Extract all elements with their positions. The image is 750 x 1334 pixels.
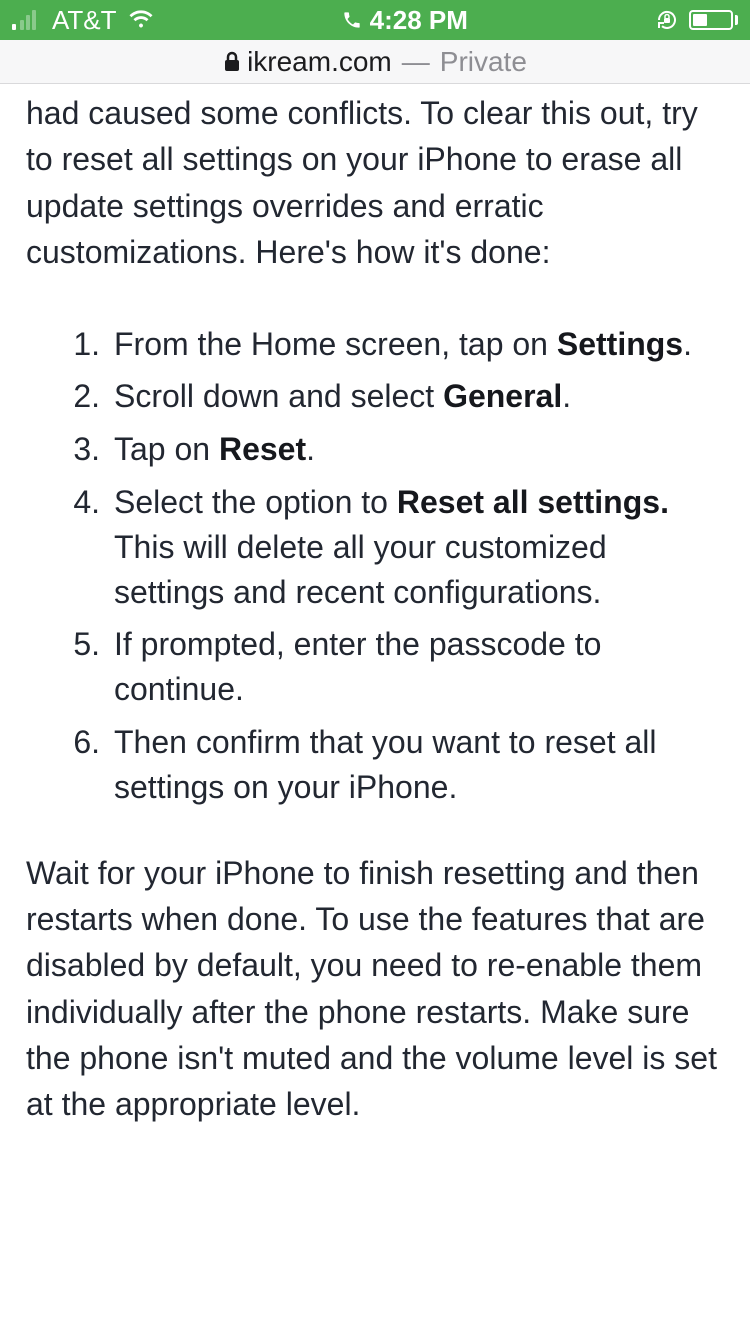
carrier-label: AT&T: [52, 5, 117, 36]
list-item: 4. Select the option to Reset all settin…: [60, 480, 724, 614]
step-text: Scroll down and select General.: [114, 374, 724, 419]
steps-list: 1. From the Home screen, tap on Settings…: [26, 322, 724, 810]
step-number: 5.: [60, 622, 114, 712]
clock-time: 4:28 PM: [370, 5, 468, 36]
phone-icon: [342, 10, 362, 30]
step-number: 4.: [60, 480, 114, 614]
list-item: 3. Tap on Reset.: [60, 427, 724, 472]
step-text: From the Home screen, tap on Settings.: [114, 322, 724, 367]
step-number: 6.: [60, 720, 114, 810]
list-item: 5. If prompted, enter the passcode to co…: [60, 622, 724, 712]
wifi-icon: [127, 10, 155, 30]
url-separator: —: [402, 46, 430, 78]
step-number: 2.: [60, 374, 114, 419]
intro-paragraph: had caused some conflicts. To clear this…: [26, 90, 724, 276]
list-item: 2. Scroll down and select General.: [60, 374, 724, 419]
step-text: Tap on Reset.: [114, 427, 724, 472]
step-text: If prompted, enter the passcode to conti…: [114, 622, 724, 712]
list-item: 1. From the Home screen, tap on Settings…: [60, 322, 724, 367]
battery-icon: [689, 10, 738, 30]
step-text: Select the option to Reset all settings.…: [114, 480, 724, 614]
list-item: 6. Then confirm that you want to reset a…: [60, 720, 724, 810]
url-domain: ikream.com: [247, 46, 392, 78]
lock-icon: [223, 51, 241, 73]
orientation-lock-icon: [655, 8, 679, 32]
status-right: [655, 8, 738, 32]
step-number: 3.: [60, 427, 114, 472]
outro-paragraph: Wait for your iPhone to finish resetting…: [26, 850, 724, 1128]
cellular-signal-icon: [12, 10, 42, 30]
article-content[interactable]: had caused some conflicts. To clear this…: [0, 90, 750, 1128]
status-center: 4:28 PM: [342, 5, 468, 36]
status-bar: AT&T 4:28 PM: [0, 0, 750, 40]
step-text: Then confirm that you want to reset all …: [114, 720, 724, 810]
status-left: AT&T: [12, 5, 155, 36]
url-private-label: Private: [440, 46, 527, 78]
browser-url-bar[interactable]: ikream.com — Private: [0, 40, 750, 84]
step-number: 1.: [60, 322, 114, 367]
